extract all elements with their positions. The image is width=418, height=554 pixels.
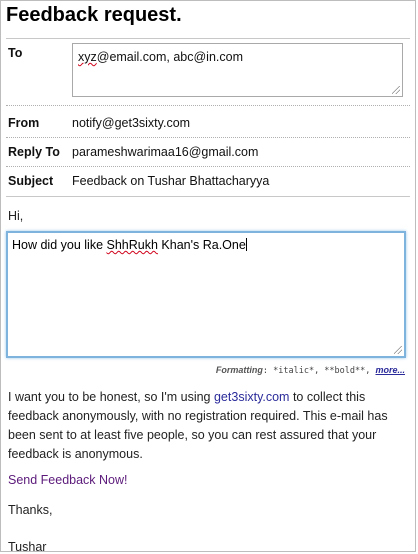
text-caret: [245, 238, 247, 251]
from-label: From: [8, 116, 40, 130]
resize-handle-icon[interactable]: [392, 86, 400, 94]
to-input[interactable]: xyz@email.com, abc@in.com: [72, 43, 403, 97]
divider: [6, 105, 410, 106]
from-value: notify@get3sixty.com: [72, 116, 191, 130]
formatting-more-link[interactable]: more...: [375, 365, 405, 375]
to-label: To: [8, 46, 23, 60]
reply-to-label: Reply To: [8, 145, 60, 159]
body-paragraph: I want you to be honest, so I'm using ge…: [8, 388, 406, 464]
get3sixty-link[interactable]: get3sixty.com: [214, 390, 290, 404]
body-text-part1: I want you to be honest, so I'm using: [8, 390, 214, 404]
subject-label: Subject: [8, 174, 54, 188]
page-title: Feedback request.: [6, 4, 182, 26]
resize-handle-icon[interactable]: [394, 346, 402, 354]
send-feedback-link[interactable]: Send Feedback Now!: [8, 473, 128, 487]
closing-text: Thanks,: [8, 503, 53, 517]
divider: [6, 196, 410, 197]
message-text-misspelled: ShhRukh: [106, 238, 158, 252]
subject-value: Feedback on Tushar Bhattacharyya: [72, 174, 270, 188]
to-value-rest: @email.com, abc@in.com: [96, 50, 244, 64]
message-text-after: Khan's Ra.One: [157, 238, 246, 252]
formatting-hint: Formatting: *italic*, **bold**, more...: [216, 365, 405, 376]
email-frame: Feedback request. To xyz@email.com, abc@…: [0, 0, 416, 552]
formatting-syntax: : *italic*, **bold**,: [262, 366, 376, 376]
to-value-misspelled: xyz: [78, 50, 97, 64]
message-text-before: How did you like: [12, 238, 107, 252]
greeting-text: Hi,: [8, 209, 24, 223]
reply-to-value: parameshwarimaa16@gmail.com: [72, 145, 259, 159]
divider: [6, 38, 410, 39]
divider: [6, 166, 410, 167]
feedback-message-textarea[interactable]: How did you like ShhRukh Khan's Ra.One: [6, 231, 406, 358]
formatting-label: Formatting: [215, 365, 263, 375]
divider: [6, 137, 410, 138]
signature-text: Tushar: [8, 540, 47, 552]
